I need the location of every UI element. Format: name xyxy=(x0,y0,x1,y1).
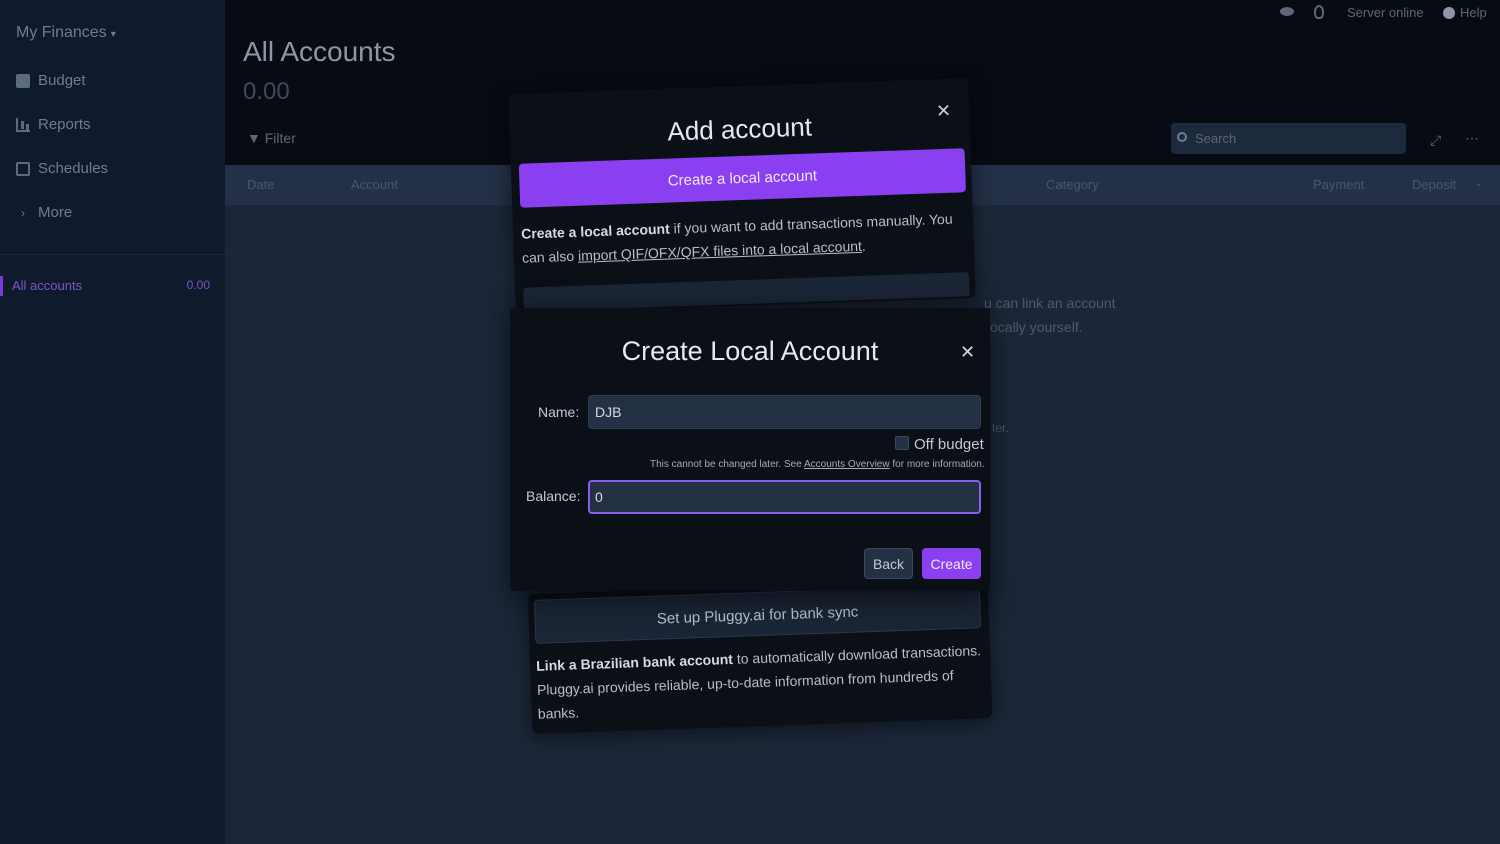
setup-pluggy-button[interactable]: Set up Pluggy.ai for bank sync xyxy=(533,584,982,644)
eye-icon[interactable] xyxy=(1280,7,1294,16)
local-account-description: Create a local account if you want to ad… xyxy=(521,206,968,270)
modal-title: Add account xyxy=(666,111,813,147)
sidebar-item-label: More xyxy=(38,204,73,221)
sidebar-item-more[interactable]: › More xyxy=(16,204,72,221)
server-status[interactable]: Server online xyxy=(1347,5,1424,20)
off-budget-checkbox[interactable] xyxy=(895,436,909,450)
chevron-down-icon[interactable]: ⌄ xyxy=(1474,176,1483,189)
empty-state-text: u can link an account xyxy=(984,295,1116,311)
import-link[interactable]: import QIF/OFX/QFX files into a local ac… xyxy=(578,238,862,264)
name-label: Name: xyxy=(538,404,580,420)
sidebar-item-reports[interactable]: Reports xyxy=(16,116,91,133)
caret-down-icon: ▾ xyxy=(110,29,116,40)
name-field[interactable] xyxy=(588,395,981,429)
create-local-account-modal: Create Local Account ✕ Name: Off budget … xyxy=(510,308,990,591)
column-category[interactable]: Category xyxy=(1046,177,1099,192)
create-local-account-button[interactable]: Create a local account xyxy=(518,148,967,208)
hint-suffix: for more information. xyxy=(889,459,985,470)
off-budget-label[interactable]: Off budget xyxy=(914,436,984,453)
chevron-right-icon: › xyxy=(21,205,25,220)
empty-state-text: ocally yourself. xyxy=(990,319,1083,335)
sidebar-item-label: Budget xyxy=(38,72,86,89)
page-balance: 0.00 xyxy=(243,78,290,105)
budget-name-menu[interactable]: My Finances ▾ xyxy=(16,24,116,42)
expand-icon[interactable]: ⤢ xyxy=(1430,132,1441,149)
sidebar-divider xyxy=(0,254,225,255)
page-title: All Accounts xyxy=(243,36,396,67)
bank-sync-button[interactable] xyxy=(523,272,970,312)
pluggy-description: Link a Brazilian bank account to automat… xyxy=(536,638,988,726)
filter-icon: ▼ xyxy=(247,130,261,146)
empty-state-text: ter. xyxy=(992,421,1009,435)
filter-label: Filter xyxy=(264,130,296,146)
column-account[interactable]: Account xyxy=(351,177,398,192)
column-payment[interactable]: Payment xyxy=(1313,177,1364,192)
help-icon[interactable] xyxy=(1443,7,1455,19)
sidebar-item-schedules[interactable]: Schedules xyxy=(16,160,108,177)
column-deposit[interactable]: Deposit xyxy=(1412,177,1456,192)
balance-label: Balance: xyxy=(526,488,581,504)
desc-end: . xyxy=(861,237,867,254)
balance-field[interactable] xyxy=(588,480,981,514)
column-date[interactable]: Date xyxy=(247,177,274,192)
accounts-overview-link[interactable]: Accounts Overview xyxy=(804,459,890,470)
more-menu-icon[interactable]: ⋯ xyxy=(1465,130,1479,147)
create-button[interactable]: Create xyxy=(922,548,981,579)
desc-bold: Create a local account xyxy=(520,220,670,242)
sidebar-item-budget[interactable]: Budget xyxy=(16,72,86,89)
sidebar-item-label: Schedules xyxy=(38,160,109,177)
back-button[interactable]: Back xyxy=(864,548,913,579)
sidebar-item-label: Reports xyxy=(38,116,91,133)
budget-icon xyxy=(16,73,30,88)
sidebar-item-all-accounts[interactable]: All accounts 0.00 xyxy=(0,276,225,296)
close-icon[interactable]: ✕ xyxy=(960,342,975,363)
add-account-modal: Add account ✕ Create a local account Cre… xyxy=(508,78,976,314)
off-budget-hint: This cannot be changed later. See Accoun… xyxy=(650,459,985,470)
hint-prefix: This cannot be changed later. See xyxy=(650,459,804,470)
sidebar: My Finances ▾ Budget Reports Schedules › … xyxy=(0,0,225,844)
desc-bold: Link a Brazilian bank account xyxy=(535,650,734,674)
pluggy-section: Set up Pluggy.ai for bank sync Link a Br… xyxy=(527,578,993,734)
search-icon xyxy=(1177,132,1187,142)
search-input[interactable]: Search xyxy=(1171,123,1406,154)
filter-button[interactable]: ▼ Filter xyxy=(247,130,296,146)
app-window: My Finances ▾ Budget Reports Schedules › … xyxy=(0,0,1500,844)
budget-name: My Finances xyxy=(16,24,107,41)
close-icon[interactable]: ✕ xyxy=(936,101,952,123)
account-name: All accounts xyxy=(12,278,83,293)
reports-icon xyxy=(16,117,30,132)
calendar-icon xyxy=(16,161,30,176)
desc-text: to automatically download transactions. … xyxy=(536,642,982,722)
account-balance: 0.00 xyxy=(186,278,210,292)
help-button[interactable]: Help xyxy=(1460,5,1487,20)
lightbulb-icon[interactable] xyxy=(1314,5,1324,19)
modal-title: Create Local Account xyxy=(621,336,879,366)
